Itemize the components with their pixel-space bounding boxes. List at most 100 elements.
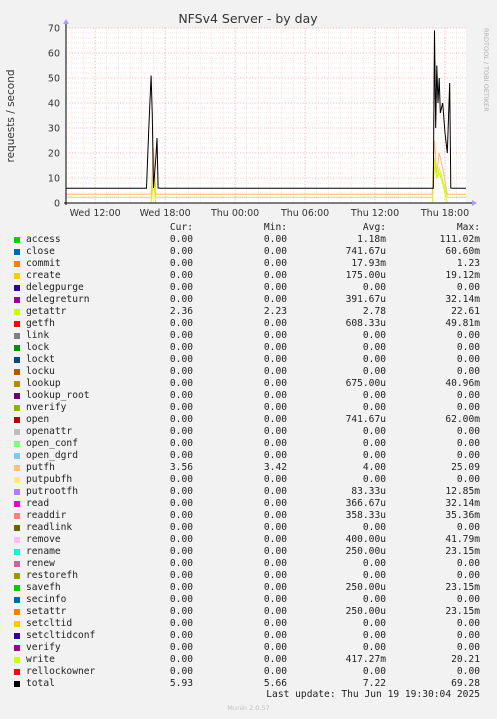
legend-cur: 0.00 bbox=[169, 582, 193, 593]
legend-min: 0.00 bbox=[263, 402, 287, 413]
legend-avg: 83.33u bbox=[351, 486, 386, 497]
legend-row-close: close 0.00 0.00 741.67u 60.60m bbox=[0, 246, 497, 258]
legend-max: 23.15m bbox=[445, 546, 480, 557]
legend-avg: 0.00 bbox=[362, 618, 386, 629]
legend-cur: 0.00 bbox=[169, 618, 193, 629]
legend-name: open_conf bbox=[26, 438, 78, 449]
legend-avg: 0.00 bbox=[362, 450, 386, 461]
legend-row-nverify: nverify 0.00 0.00 0.00 0.00 bbox=[0, 402, 497, 414]
legend-row-verify: verify 0.00 0.00 0.00 0.00 bbox=[0, 642, 497, 654]
legend-swatch bbox=[14, 441, 20, 447]
legend-max: 12.85m bbox=[445, 486, 480, 497]
legend-name: remove bbox=[26, 534, 61, 545]
legend-name: setcltid bbox=[26, 618, 73, 629]
legend-row-open-dgrd: open_dgrd 0.00 0.00 0.00 0.00 bbox=[0, 450, 497, 462]
legend-max: 23.15m bbox=[445, 582, 480, 593]
legend-cur: 2.36 bbox=[169, 306, 193, 317]
legend-max: 19.12m bbox=[445, 270, 480, 281]
legend-cur: 0.00 bbox=[169, 654, 193, 665]
x-tick-label: Thu 12:00 bbox=[350, 208, 399, 219]
legend-name: open bbox=[26, 414, 50, 425]
legend-max: 49.81m bbox=[445, 318, 480, 329]
legend-row-open: open 0.00 0.00 741.67u 62.00m bbox=[0, 414, 497, 426]
legend-cur: 0.00 bbox=[169, 426, 193, 437]
legend-min: 0.00 bbox=[263, 474, 287, 485]
legend-cur: 0.00 bbox=[169, 258, 193, 269]
legend-max: 0.00 bbox=[456, 282, 480, 293]
legend-name: getattr bbox=[26, 306, 67, 317]
legend-cur: 0.00 bbox=[169, 438, 193, 449]
legend-name: locku bbox=[26, 366, 55, 377]
legend-cur: 0.00 bbox=[169, 294, 193, 305]
legend-row-setcltidconf: setcltidconf 0.00 0.00 0.00 0.00 bbox=[0, 630, 497, 642]
y-tick-label: 70 bbox=[48, 24, 60, 35]
legend-max: 0.00 bbox=[456, 354, 480, 365]
legend-max: 40.96m bbox=[445, 378, 480, 389]
legend-name: access bbox=[26, 234, 61, 245]
legend-min: 0.00 bbox=[263, 666, 287, 677]
legend-avg: 608.33u bbox=[345, 318, 386, 329]
legend-min: 0.00 bbox=[263, 582, 287, 593]
legend-swatch bbox=[14, 561, 20, 567]
legend-swatch bbox=[14, 621, 20, 627]
legend-min: 0.00 bbox=[263, 510, 287, 521]
legend-avg: 1.18m bbox=[357, 234, 386, 245]
legend-min: 0.00 bbox=[263, 426, 287, 437]
x-tick-label: Thu 06:00 bbox=[280, 208, 329, 219]
legend-avg: 250.00u bbox=[345, 606, 386, 617]
legend-min: 0.00 bbox=[263, 606, 287, 617]
legend-swatch bbox=[14, 345, 20, 351]
legend-max: 1.23 bbox=[456, 258, 480, 269]
legend-row-delegpurge: delegpurge 0.00 0.00 0.00 0.00 bbox=[0, 282, 497, 294]
legend-name: readdir bbox=[26, 510, 67, 521]
legend-swatch bbox=[14, 417, 20, 423]
legend-swatch bbox=[14, 573, 20, 579]
legend-name: lock bbox=[26, 342, 50, 353]
header-cur: Cur: bbox=[169, 222, 193, 233]
chart-title: NFSv4 Server - by day bbox=[178, 11, 318, 26]
legend-avg: 0.00 bbox=[362, 354, 386, 365]
legend-max: 0.00 bbox=[456, 450, 480, 461]
legend-swatch bbox=[14, 513, 20, 519]
legend-avg: 0.00 bbox=[362, 330, 386, 341]
legend-name: rename bbox=[26, 546, 61, 557]
legend-min: 0.00 bbox=[263, 246, 287, 257]
rrdtool-watermark: RRDTOOL / TOBI OETIKER bbox=[482, 28, 490, 112]
legend-min: 0.00 bbox=[263, 270, 287, 281]
legend-max: 60.60m bbox=[445, 246, 480, 257]
legend-avg: 0.00 bbox=[362, 282, 386, 293]
legend-max: 0.00 bbox=[456, 330, 480, 341]
legend-cur: 5.93 bbox=[169, 678, 193, 689]
legend-min: 0.00 bbox=[263, 342, 287, 353]
legend-name: secinfo bbox=[26, 594, 67, 605]
legend-max: 0.00 bbox=[456, 666, 480, 677]
legend-min: 0.00 bbox=[263, 594, 287, 605]
legend-name: putrootfh bbox=[26, 486, 78, 497]
legend-min: 0.00 bbox=[263, 282, 287, 293]
legend-swatch bbox=[14, 501, 20, 507]
legend-name: getfh bbox=[26, 318, 55, 329]
legend-cur: 0.00 bbox=[169, 390, 193, 401]
legend-row-getfh: getfh 0.00 0.00 608.33u 49.81m bbox=[0, 318, 497, 330]
legend-swatch bbox=[14, 357, 20, 363]
legend-min: 0.00 bbox=[263, 330, 287, 341]
legend-min: 0.00 bbox=[263, 294, 287, 305]
legend-row-restorefh: restorefh 0.00 0.00 0.00 0.00 bbox=[0, 570, 497, 582]
legend-avg: 0.00 bbox=[362, 642, 386, 653]
legend-swatch bbox=[14, 393, 20, 399]
legend-name: read bbox=[26, 498, 50, 509]
legend-cur: 0.00 bbox=[169, 486, 193, 497]
legend-max: 0.00 bbox=[456, 474, 480, 485]
legend-swatch bbox=[14, 681, 20, 687]
legend-max: 0.00 bbox=[456, 558, 480, 569]
legend-avg: 358.33u bbox=[345, 510, 386, 521]
legend-max: 0.00 bbox=[456, 366, 480, 377]
legend-row-putfh: putfh 3.56 3.42 4.00 25.09 bbox=[0, 462, 497, 474]
legend-name: readlink bbox=[26, 522, 73, 533]
legend-row-write: write 0.00 0.00 417.27m 20.21 bbox=[0, 654, 497, 666]
y-tick-label: 30 bbox=[48, 124, 60, 135]
legend-cur: 0.00 bbox=[169, 414, 193, 425]
y-tick-label: 20 bbox=[48, 149, 60, 160]
legend-row-delegreturn: delegreturn 0.00 0.00 391.67u 32.14m bbox=[0, 294, 497, 306]
legend-avg: 366.67u bbox=[345, 498, 386, 509]
